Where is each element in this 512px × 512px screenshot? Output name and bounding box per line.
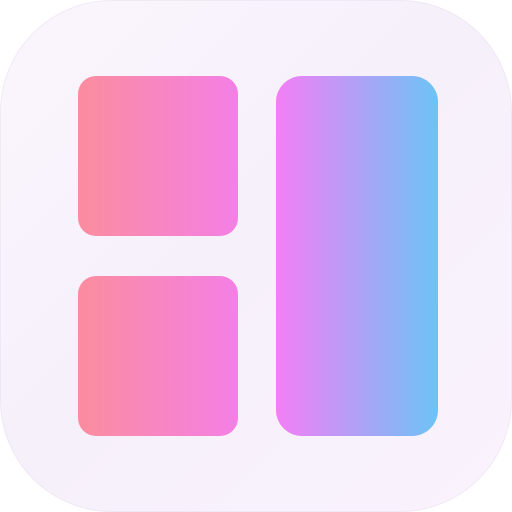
- top-left-tile: [78, 76, 238, 236]
- bottom-left-tile: [78, 276, 238, 436]
- collage-layout-app-icon[interactable]: [0, 0, 512, 512]
- right-tall-tile: [276, 76, 438, 436]
- icon-canvas: [0, 0, 512, 512]
